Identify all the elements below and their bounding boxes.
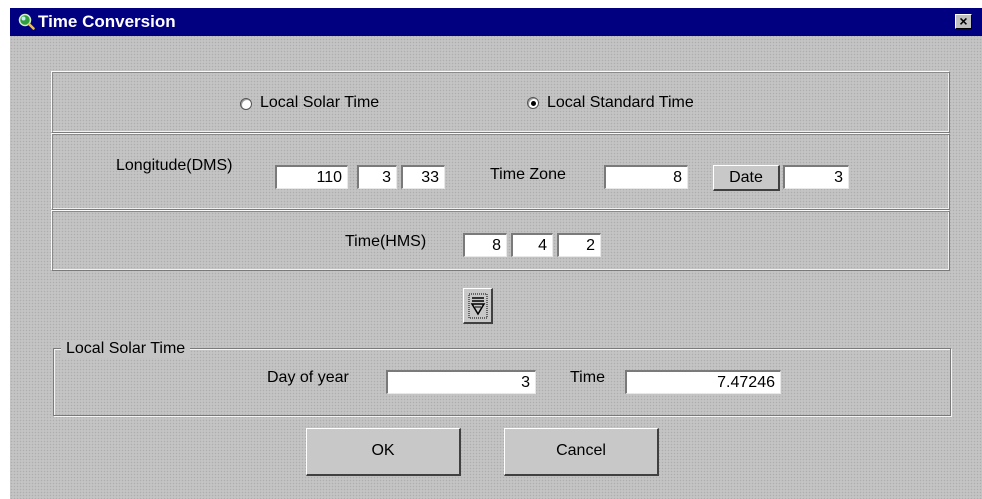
time-zone-label: Time Zone (490, 166, 566, 183)
date-field[interactable]: 3 (783, 165, 849, 189)
close-button[interactable]: × (955, 14, 972, 29)
location-panel: Longitude(DMS) 110 3 33 Time Zone 8 Date… (51, 133, 950, 210)
radio-label: Local Standard Time (547, 94, 694, 111)
longitude-seconds-field[interactable]: 33 (401, 165, 445, 189)
radio-label: Local Solar Time (260, 94, 380, 111)
magnifier-globe-icon (18, 13, 35, 30)
mode-panel: Local Solar Time Local Standard Time (51, 71, 950, 133)
radio-local-solar-time[interactable]: Local Solar Time (240, 94, 440, 114)
date-button[interactable]: Date (713, 165, 780, 191)
time-minutes-field[interactable]: 4 (511, 233, 553, 257)
radio-button-icon (240, 98, 252, 110)
result-time-field[interactable]: 7.47246 (625, 370, 781, 394)
convert-button[interactable] (463, 288, 493, 324)
radio-local-standard-time[interactable]: Local Standard Time (527, 94, 767, 114)
window-title: Time Conversion (38, 12, 176, 31)
day-of-year-label: Day of year (267, 369, 349, 386)
longitude-minutes-field[interactable]: 3 (357, 165, 397, 189)
cancel-button[interactable]: Cancel (504, 428, 659, 476)
longitude-degrees-field[interactable]: 110 (275, 165, 348, 189)
radio-selected-dot-icon (531, 101, 536, 106)
longitude-label: Longitude(DMS) (116, 157, 233, 174)
day-of-year-field[interactable]: 3 (386, 370, 536, 394)
convert-down-arrow-icon (468, 293, 488, 319)
time-hms-label: Time(HMS) (345, 233, 427, 250)
result-group-label: Local Solar Time (61, 340, 191, 358)
time-seconds-field[interactable]: 2 (557, 233, 601, 257)
time-hours-field[interactable]: 8 (463, 233, 507, 257)
result-time-label: Time (570, 369, 605, 386)
radio-button-icon (527, 97, 539, 109)
time-zone-field[interactable]: 8 (604, 165, 688, 189)
time-panel: Time(HMS) 8 4 2 (51, 210, 950, 271)
title-bar: Time Conversion × (10, 8, 982, 36)
time-conversion-dialog: Time Conversion × Local Solar Time Local… (10, 8, 982, 499)
ok-button[interactable]: OK (306, 428, 461, 476)
